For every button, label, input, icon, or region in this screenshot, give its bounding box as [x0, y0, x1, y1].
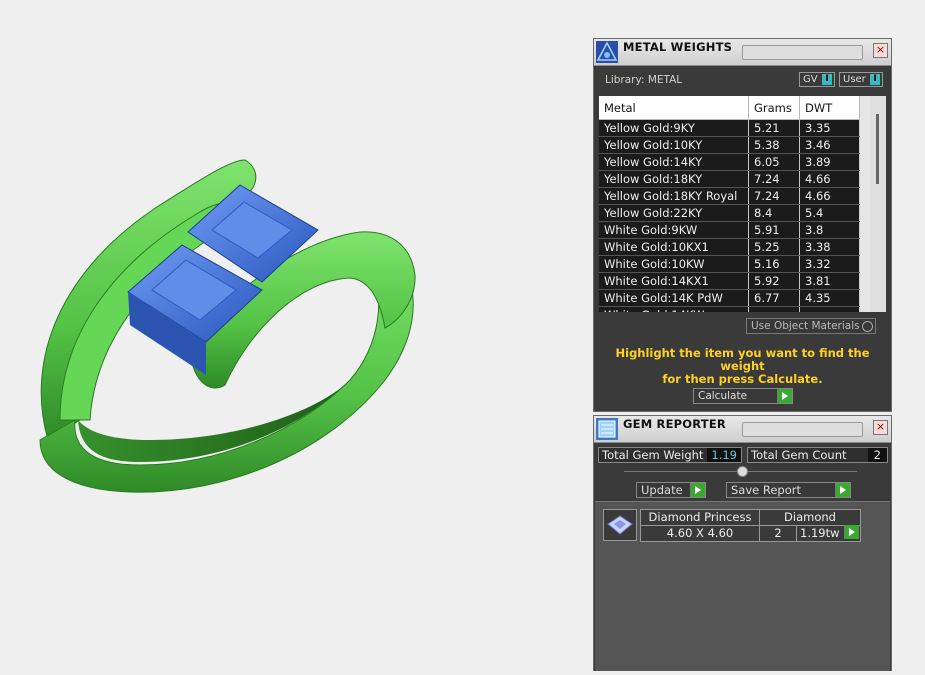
- 3d-viewport[interactable]: [0, 0, 590, 671]
- dwt-cell: 3.8: [799, 221, 860, 239]
- gem-reporter-icon: [596, 418, 618, 440]
- gem-material: Diamond: [760, 509, 861, 525]
- collapse-handle-icon[interactable]: [737, 466, 748, 477]
- matrix-logo-icon: [596, 41, 618, 63]
- toggle-indicator-icon: I: [870, 74, 880, 85]
- close-icon[interactable]: ×: [873, 43, 888, 58]
- dwt-cell: [799, 306, 860, 312]
- table-row[interactable]: Yellow Gold:22KY 8.4 5.4: [599, 204, 860, 222]
- dwt-cell: 4.66: [799, 187, 860, 205]
- library-label: Library: METAL: [605, 74, 683, 86]
- dwt-cell: 3.32: [799, 255, 860, 273]
- scrollbar-thumb[interactable]: [876, 114, 879, 184]
- grams-cell: 6.77: [748, 289, 800, 307]
- library-bar: Library: METAL GV I User I: [594, 66, 891, 96]
- table-row[interactable]: Yellow Gold:18KY Royal 7.24 4.66: [599, 187, 860, 205]
- gem-name: Diamond Princess: [640, 509, 760, 525]
- dwt-cell: 3.38: [799, 238, 860, 256]
- column-header-metal[interactable]: Metal: [599, 96, 749, 120]
- title-tab-area: [742, 45, 863, 60]
- metal-cell: White Gold:10KW: [599, 255, 749, 273]
- table-row[interactable]: Yellow Gold:18KY 7.24 4.66: [599, 170, 860, 188]
- grams-cell: 7.24: [748, 170, 800, 188]
- grams-cell: 5.21: [748, 119, 800, 137]
- grams-cell: 5.16: [748, 255, 800, 273]
- use-object-materials-toggle[interactable]: Use Object Materials: [746, 318, 876, 334]
- panel-title: GEM REPORTER: [623, 417, 726, 431]
- radio-icon: [862, 321, 873, 332]
- table-row[interactable]: White Gold:10KX1 5.25 3.38: [599, 238, 860, 256]
- gem-reporter-panel: GEM REPORTER × Total Gem Weight 1.19 Tot…: [593, 415, 892, 671]
- metal-cell: Yellow Gold:14KY: [599, 153, 749, 171]
- grams-cell: [748, 306, 800, 312]
- gem-list-item[interactable]: Diamond Princess 4.60 X 4.60 Diamond 2 1…: [603, 509, 861, 542]
- diamond-princess-icon: [603, 509, 637, 541]
- grams-cell: 5.38: [748, 136, 800, 154]
- table-row[interactable]: White Gold:14K PdW 6.77 4.35: [599, 289, 860, 307]
- table-row[interactable]: White Gold:9KW 5.91 3.8: [599, 221, 860, 239]
- metal-cell: Yellow Gold:10KY: [599, 136, 749, 154]
- metal-weights-panel: METAL WEIGHTS × Library: METAL GV I User…: [593, 38, 892, 412]
- metal-cell: Yellow Gold:9KY: [599, 119, 749, 137]
- table-row[interactable]: Yellow Gold:10KY 5.38 3.46: [599, 136, 860, 154]
- table-row[interactable]: White Gold:10KW 5.16 3.32: [599, 255, 860, 273]
- column-header-grams[interactable]: Grams: [748, 96, 800, 120]
- metal-table[interactable]: Metal Grams DWT Yellow Gold:9KY 5.21 3.35 Y…: [599, 96, 886, 312]
- table-row[interactable]: Yellow Gold:9KY 5.21 3.35: [599, 119, 860, 137]
- grams-cell: 5.91: [748, 221, 800, 239]
- update-button[interactable]: Update: [636, 482, 706, 498]
- grams-cell: 7.24: [748, 187, 800, 205]
- panel-title: METAL WEIGHTS: [623, 40, 733, 54]
- calculate-button[interactable]: Calculate: [693, 388, 793, 404]
- dwt-cell: 3.46: [799, 136, 860, 154]
- play-arrow-icon: [690, 483, 705, 497]
- gem-results-list[interactable]: Diamond Princess 4.60 X 4.60 Diamond 2 1…: [595, 501, 890, 671]
- grams-cell: 8.4: [748, 204, 800, 222]
- total-gem-weight-field: Total Gem Weight 1.19: [598, 447, 742, 463]
- dwt-cell: 3.35: [799, 119, 860, 137]
- metal-cell: White Gold:14K PdW: [599, 289, 749, 307]
- metal-cell: Yellow Gold:18KY Royal: [599, 187, 749, 205]
- metal-cell: White Gold:14KX1: [599, 272, 749, 290]
- metal-cell: White Gold:10KX1: [599, 238, 749, 256]
- metal-cell: Yellow Gold:18KY: [599, 170, 749, 188]
- user-toggle[interactable]: User I: [839, 72, 883, 87]
- play-arrow-icon: [835, 483, 850, 497]
- column-header-dwt[interactable]: DWT: [799, 96, 860, 120]
- toggle-indicator-icon: I: [822, 74, 832, 85]
- total-gem-weight-value: 1.19: [707, 448, 741, 462]
- ring-model[interactable]: [0, 0, 590, 671]
- table-row[interactable]: White Gold:14KW: [599, 306, 860, 312]
- table-row[interactable]: White Gold:14KX1 5.92 3.81: [599, 272, 860, 290]
- grams-cell: 5.25: [748, 238, 800, 256]
- metal-cell: White Gold:14KW: [599, 306, 749, 312]
- dwt-cell: 4.66: [799, 170, 860, 188]
- grams-cell: 6.05: [748, 153, 800, 171]
- dwt-cell: 5.4: [799, 204, 860, 222]
- table-row[interactable]: Yellow Gold:14KY 6.05 3.89: [599, 153, 860, 171]
- save-report-button[interactable]: Save Report: [726, 482, 851, 498]
- play-arrow-icon: [844, 525, 859, 539]
- play-arrow-icon: [777, 389, 792, 403]
- grams-cell: 5.92: [748, 272, 800, 290]
- total-gem-count-field: Total Gem Count 2: [747, 447, 888, 463]
- metal-cell: White Gold:9KW: [599, 221, 749, 239]
- metal-weights-titlebar[interactable]: METAL WEIGHTS ×: [594, 39, 891, 66]
- gem-count: 2: [760, 526, 797, 541]
- title-tab-area: [742, 422, 863, 437]
- gv-toggle[interactable]: GV I: [799, 72, 835, 87]
- dwt-cell: 4.35: [799, 289, 860, 307]
- dwt-cell: 3.89: [799, 153, 860, 171]
- metal-table-scrollbar[interactable]: [870, 96, 886, 312]
- gem-size: 4.60 X 4.60: [640, 525, 760, 542]
- gem-reporter-titlebar[interactable]: GEM REPORTER ×: [594, 416, 891, 443]
- instruction-text: Highlight the item you want to find the …: [615, 346, 870, 386]
- metal-cell: Yellow Gold:22KY: [599, 204, 749, 222]
- close-icon[interactable]: ×: [873, 420, 888, 435]
- dwt-cell: 3.81: [799, 272, 860, 290]
- gem-detail-button[interactable]: [843, 525, 859, 541]
- total-gem-count-value: 2: [867, 448, 887, 462]
